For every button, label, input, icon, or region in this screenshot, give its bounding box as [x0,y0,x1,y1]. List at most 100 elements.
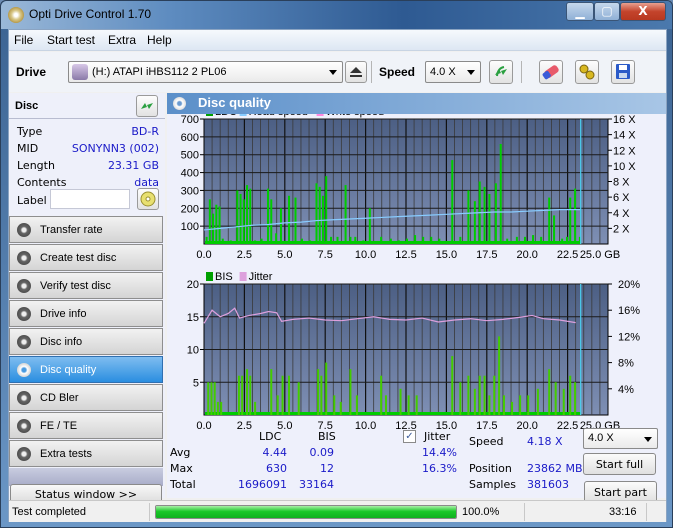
y-tick-label: 100 [181,221,199,233]
y-tick-label: 20 [187,279,199,291]
position-value: 23862 MB [527,462,583,475]
bar-ldc [483,186,486,244]
y2-tick-label: 12% [618,331,640,343]
legend-swatch-jitter [239,272,247,281]
nav-verify-test-disc[interactable]: Verify test disc [9,272,163,299]
toolbar: Drive (H:) ATAPI iHBS112 2 PL06 Speed 4.… [9,52,666,92]
nav-disc-info[interactable]: Disc info [9,328,163,355]
disc-info-type: Type BD-R [17,125,159,138]
speed-select[interactable]: 4.0 X [425,61,481,83]
bar-bis [213,382,216,415]
nav-disc-quality[interactable]: Disc quality [9,356,163,383]
bar-ldc [561,238,564,244]
app-disc-icon [8,7,24,23]
menu-extra[interactable]: Extra [108,33,136,47]
bar-ldc [414,235,417,244]
bar-bis [325,362,328,415]
bar-bis [349,369,352,415]
status-text: Test completed [12,506,86,518]
bar-ldc [267,188,270,244]
bar-bis [511,401,514,415]
x-tick-label: 10.0 [355,420,376,432]
bar-ldc [430,236,433,244]
verify-disc-icon [17,279,31,293]
y2-tick-label: 14 X [613,130,636,142]
bar-bis [483,375,486,415]
bar-bis [473,388,476,415]
disc-refresh-button[interactable] [136,95,158,117]
drive-select[interactable]: (H:) ATAPI iHBS112 2 PL06 [68,61,343,83]
bar-bis [220,401,223,415]
bar-ldc [239,194,242,244]
drive-label: Drive [16,65,47,79]
nav-fe-te[interactable]: FE / TE [9,412,163,439]
stats-header-jitter: Jitter [424,430,451,443]
disc-label-button[interactable] [137,188,159,210]
bar-ldc [315,183,318,244]
maximize-button[interactable]: ▢ [594,2,620,21]
bar-ldc [422,236,425,244]
x-tick-label: 7.5 [318,249,333,261]
bar-ldc [236,190,239,244]
save-button[interactable] [611,60,635,84]
nav-cd-bler[interactable]: CD Bler [9,384,163,411]
bar-ldc [349,236,352,244]
chevron-down-icon [467,70,475,75]
nav-drive-info[interactable]: Drive info [9,300,163,327]
speed-readout-label: Speed [469,435,504,448]
bar-baseline [205,412,581,415]
eject-button[interactable] [345,61,367,83]
bar-ldc [488,194,491,244]
bar-ldc [569,197,572,244]
bar-ldc [380,236,383,244]
test-speed-value: 4.0 X [588,432,614,444]
x-tick-label: 17.5 [476,420,497,432]
disc-quality-panel: Disc quality 100 200 300 400 500 600 700 2 X 4 X… [167,93,666,503]
start-full-button[interactable]: Start full [583,453,656,475]
refresh-button[interactable] [489,60,513,84]
test-speed-select[interactable]: 4.0 X [583,428,658,449]
y2-tick-label: 10 X [613,161,636,173]
erase-button[interactable] [539,60,563,84]
nav-extra-tests[interactable]: Extra tests [9,440,163,467]
x-tick-label: 20.0 [516,420,537,432]
charts-area: 100 200 300 400 500 600 700 2 X 4 X 6 X 8 X 10 X 12 … [181,114,640,432]
bar-ldc [336,236,339,244]
bar-bis [536,388,539,415]
jitter-checkbox[interactable]: ✓ [403,430,416,443]
disc-quality-icon [17,363,31,377]
settings-button[interactable] [575,60,599,84]
drive-value: (H:) ATAPI iHBS112 2 PL06 [92,66,227,78]
bar-bis [317,369,320,415]
refresh-icon [141,103,153,109]
bar-ldc [406,238,408,244]
chevron-down-icon [644,437,652,442]
y-tick-label: 15 [187,312,199,324]
disc-quality-icon [173,97,186,110]
drive-icon [72,64,88,80]
bar-ldc [215,204,218,244]
bar-ldc [318,186,321,244]
legend-swatch-bis [206,272,213,281]
bar-ldc [229,240,232,244]
label-input[interactable] [50,189,130,209]
cd-bler-icon [17,391,31,405]
x-tick-label: 10.0 [355,249,376,261]
menu-help[interactable]: Help [147,33,172,47]
menu-file[interactable]: File [14,33,33,47]
bar-bis [333,395,336,415]
disc-info-icon [17,335,31,349]
bar-ldc [279,208,282,244]
status-separator [524,503,525,521]
y-tick-label: 700 [181,114,199,126]
nav-transfer-rate[interactable]: Transfer rate [9,216,163,243]
x-tick-label: 17.5 [476,249,497,261]
bar-ldc [494,183,497,244]
close-button[interactable]: X [620,2,666,21]
bar-ldc [368,208,371,244]
minimize-button[interactable]: ▁ [566,2,594,21]
bar-ldc [467,190,470,244]
nav-create-test-disc[interactable]: Create test disc [9,244,163,271]
menu-start-test[interactable]: Start test [47,33,95,47]
bar-bis [254,401,257,415]
